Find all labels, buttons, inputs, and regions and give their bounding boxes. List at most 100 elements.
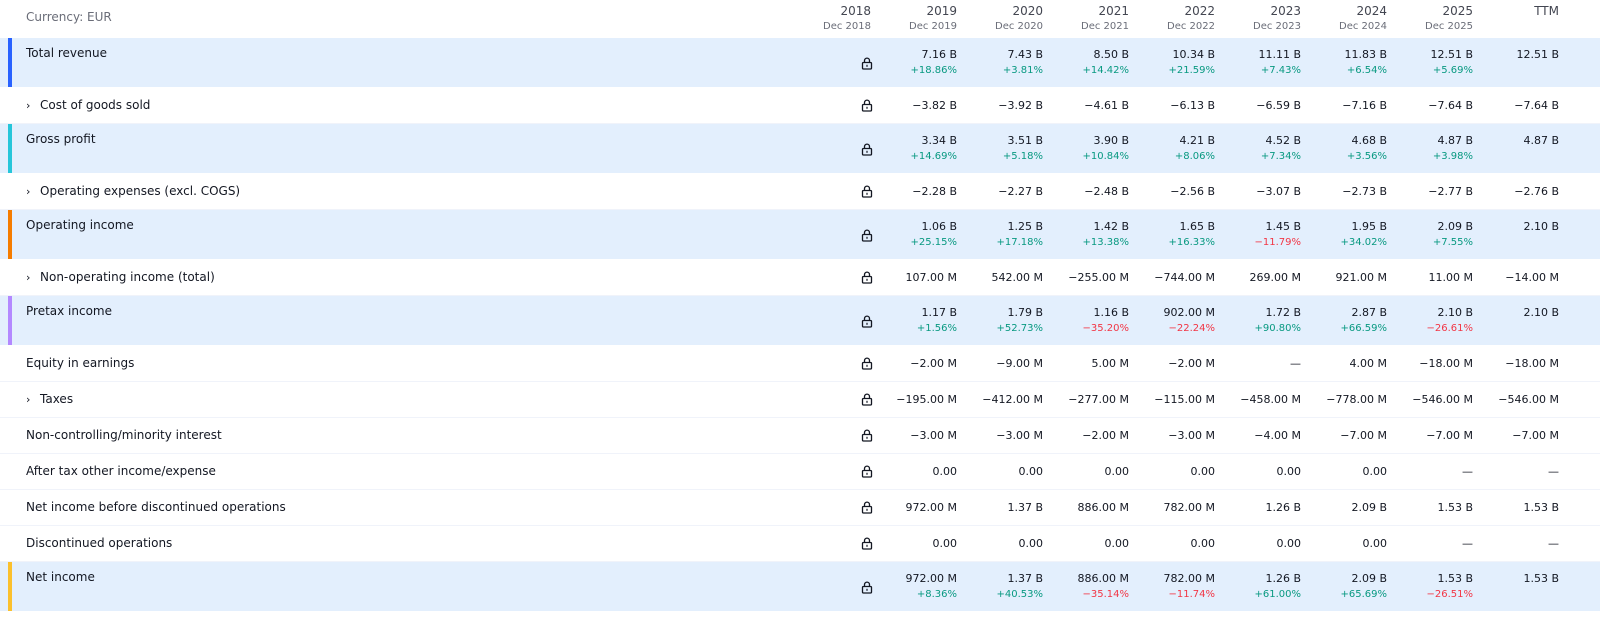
yoy-change: +3.98%	[1432, 151, 1473, 162]
value-cell: —	[1473, 536, 1559, 552]
value: 0.00	[1190, 465, 1216, 478]
value-cell: −2.28 B	[871, 184, 957, 200]
yoy-change: +21.59%	[1168, 65, 1215, 76]
yoy-change: +3.81%	[1002, 65, 1043, 76]
value-cell: —	[1387, 464, 1473, 480]
value-cell: −14.00 M	[1473, 270, 1559, 286]
value: 3.90 B	[1093, 134, 1129, 147]
value: −7.00 M	[1426, 429, 1473, 442]
yoy-change: −35.14%	[1082, 589, 1129, 600]
yoy-change: −11.79%	[1254, 237, 1301, 248]
value: −7.00 M	[1512, 429, 1559, 442]
row-label[interactable]: › Non-operating income (total)	[26, 270, 215, 284]
row-label[interactable]: › Taxes	[26, 392, 73, 406]
value: —	[1462, 537, 1473, 550]
value: —	[1548, 465, 1559, 478]
income-statement-table: Currency: EUR 2018 Dec 2018 2019 Dec 2019 20…	[0, 0, 1600, 619]
row-accent-bar	[8, 210, 12, 259]
value: −195.00 M	[896, 393, 957, 406]
value-cell: 12.51 B +5.69%	[1387, 47, 1473, 79]
table-row[interactable]: › Cost of goods sold −3.82 B −3.92 B −4.61 B…	[0, 88, 1600, 124]
row-label: Net income	[26, 570, 95, 584]
value-cell: 3.51 B +5.18%	[957, 133, 1043, 165]
value: 5.00 M	[1091, 357, 1129, 370]
value-cell: 0.00	[1129, 464, 1216, 480]
yoy-change: +1.56%	[916, 323, 957, 334]
column-date: Dec 2019	[909, 21, 957, 32]
column-header-2024: 2024 Dec 2024	[1301, 4, 1387, 35]
value-cell: 4.68 B +3.56%	[1301, 133, 1387, 165]
value: 3.51 B	[1007, 134, 1043, 147]
row-label: Total revenue	[26, 46, 107, 60]
value-cell: —	[1473, 464, 1559, 480]
value: 2.09 B	[1351, 572, 1387, 585]
value: −3.82 B	[912, 99, 957, 112]
value: −458.00 M	[1240, 393, 1301, 406]
value: 1.95 B	[1351, 220, 1387, 233]
value-cell: −115.00 M	[1129, 392, 1215, 408]
value: 0.00	[932, 465, 958, 478]
value-cell: −7.64 B	[1387, 98, 1473, 114]
value: −6.59 B	[1256, 99, 1301, 112]
row-label-text: Equity in earnings	[26, 356, 135, 370]
yoy-change: +90.80%	[1254, 323, 1301, 334]
value-cell: 1.53 B	[1473, 571, 1559, 587]
row-label[interactable]: › Operating expenses (excl. COGS)	[26, 184, 240, 198]
value: −2.27 B	[998, 185, 1043, 198]
chevron-right-icon[interactable]: ›	[26, 99, 40, 112]
value: −7.00 M	[1340, 429, 1387, 442]
value-cell: 1.53 B	[1387, 500, 1473, 516]
value-cell: 0.00	[1043, 464, 1130, 480]
value-cell: −3.00 M	[957, 428, 1043, 444]
value: 0.00	[1104, 465, 1130, 478]
row-label-text: Discontinued operations	[26, 536, 173, 550]
row-label-text: Net income before discontinued operation…	[26, 500, 286, 514]
value-cell: 3.90 B +10.84%	[1043, 133, 1129, 165]
chevron-right-icon[interactable]: ›	[26, 185, 40, 198]
value: 1.53 B	[1437, 572, 1473, 585]
row-accent-bar	[8, 38, 12, 87]
value-cell: −6.59 B	[1215, 98, 1301, 114]
value: 7.43 B	[1007, 48, 1043, 61]
yoy-change: +5.18%	[1002, 151, 1043, 162]
column-year: 2018	[840, 4, 871, 18]
value-cell: 10.34 B +21.59%	[1129, 47, 1215, 79]
value: 1.37 B	[1007, 501, 1043, 514]
value-cell: −2.77 B	[1387, 184, 1473, 200]
value: 12.51 B	[1430, 48, 1473, 61]
value-cell: −778.00 M	[1301, 392, 1387, 408]
row-label-text: Operating income	[26, 218, 134, 232]
value-cell: 0.00	[957, 464, 1044, 480]
value-cell: 0.00	[1301, 536, 1388, 552]
table-row[interactable]: › Taxes −195.00 M −412.00 M −277.00 M −115.00…	[0, 382, 1600, 418]
value-cell: 3.34 B +14.69%	[871, 133, 957, 165]
value: 269.00 M	[1249, 271, 1301, 284]
value: −2.56 B	[1170, 185, 1215, 198]
table-row: Net income 972.00 M +8.36% 1.37 B +40.53% 886…	[0, 562, 1600, 612]
table-row[interactable]: › Operating expenses (excl. COGS) −2.28 B −…	[0, 174, 1600, 210]
value: −7.16 B	[1342, 99, 1387, 112]
value-cell: 107.00 M	[871, 270, 957, 286]
row-label: Discontinued operations	[26, 536, 172, 550]
value: −2.48 B	[1084, 185, 1129, 198]
table-row: Non-controlling/minority interest −3.00 M…	[0, 418, 1600, 454]
chevron-right-icon[interactable]: ›	[26, 393, 40, 406]
table-row[interactable]: › Non-operating income (total) 107.00 M 542…	[0, 260, 1600, 296]
value-cell: 2.09 B +65.69%	[1301, 571, 1387, 603]
value: −2.76 B	[1514, 185, 1559, 198]
yoy-change: +18.86%	[910, 65, 957, 76]
value: −18.00 M	[1505, 357, 1559, 370]
value: −3.92 B	[998, 99, 1043, 112]
row-label[interactable]: › Cost of goods sold	[26, 98, 150, 112]
value: 12.51 B	[1516, 48, 1559, 61]
yoy-change: +8.36%	[916, 589, 957, 600]
value-cell: −7.16 B	[1301, 98, 1387, 114]
value: 4.68 B	[1351, 134, 1387, 147]
value-cell: −546.00 M	[1473, 392, 1559, 408]
value-cell: 542.00 M	[957, 270, 1043, 286]
value: 11.00 M	[1428, 271, 1473, 284]
value: 0.00	[1276, 465, 1302, 478]
row-label: Pretax income	[26, 304, 112, 318]
chevron-right-icon[interactable]: ›	[26, 271, 40, 284]
value: 1.53 B	[1437, 501, 1473, 514]
